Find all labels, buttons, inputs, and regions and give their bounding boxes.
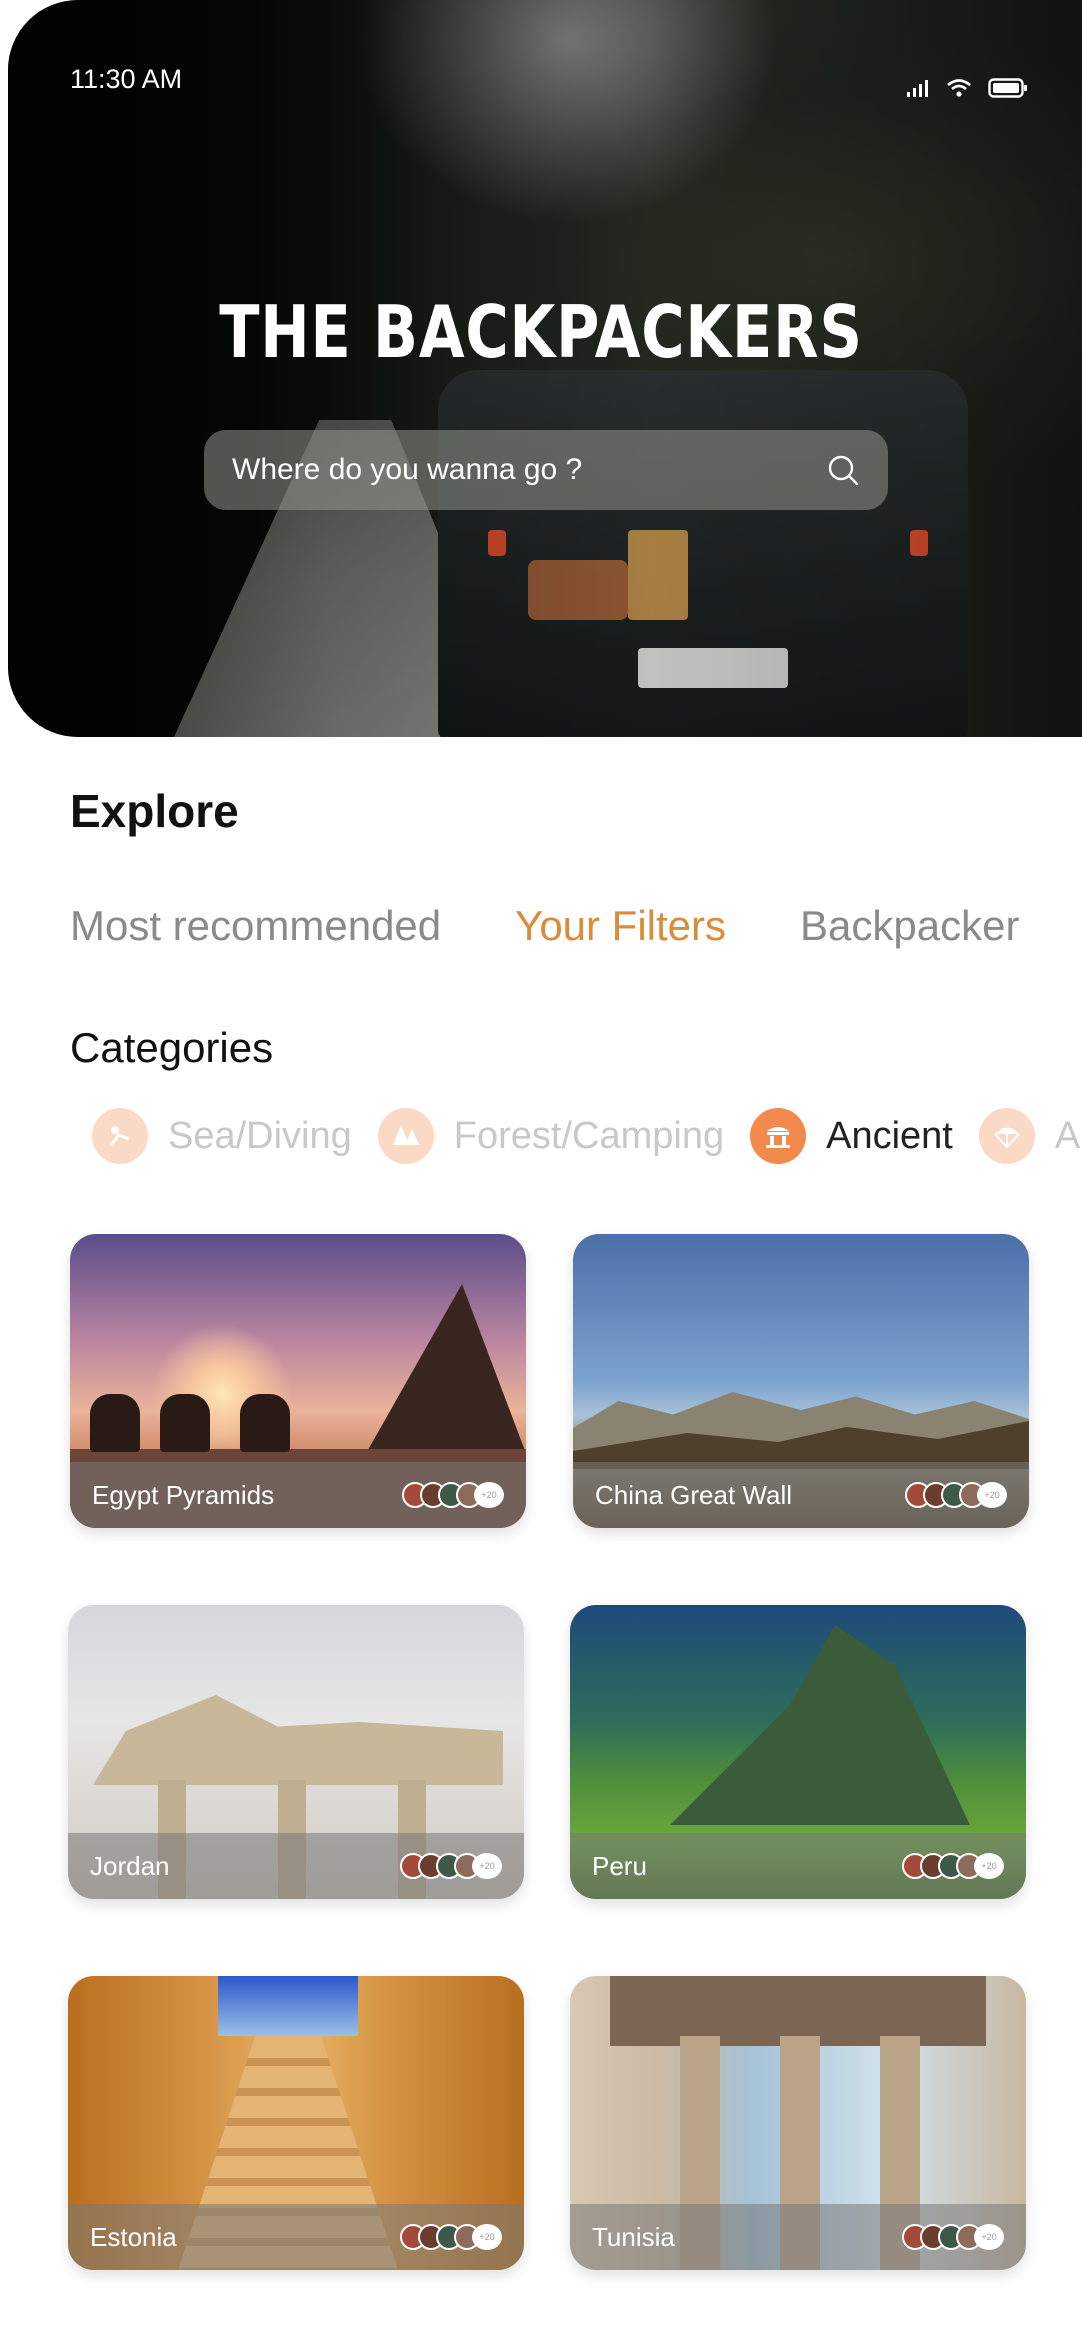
destination-card-egypt[interactable]: Egypt Pyramids +20 [70,1234,526,1528]
category-label: Ancient [826,1114,953,1157]
parachute-icon [978,1108,1035,1164]
destination-card-tunisia[interactable]: Tunisia +20 [570,1976,1026,2270]
visitor-count: +20 [474,1482,504,1508]
category-air[interactable]: A [978,1108,1081,1164]
tab-most-recommended[interactable]: Most recommended [70,902,441,950]
destination-card-china[interactable]: China Great Wall +20 [573,1234,1029,1528]
visitor-avatars[interactable]: +20 [402,1482,504,1508]
category-label: Sea/Diving [168,1114,352,1157]
category-list: Sea/Diving Forest/Camping Ancient A [92,1108,1080,1164]
search-bar[interactable] [204,430,888,510]
visitor-count: +20 [472,2224,502,2250]
search-input[interactable] [232,453,826,487]
tab-backpacker[interactable]: Backpacker [800,902,1019,950]
destination-name: Jordan [90,1850,170,1881]
visitor-count: +20 [472,1853,502,1879]
tree-icon [377,1108,434,1164]
status-time: 11:30 AM [70,64,183,94]
destination-name: Tunisia [592,2221,675,2252]
visitor-avatars[interactable]: +20 [400,1853,502,1879]
destination-card-jordan[interactable]: Jordan +20 [68,1605,524,1899]
explore-tabs: Most recommended Your Filters Backpacker [70,902,1019,950]
categories-heading: Categories [70,1024,274,1071]
tab-your-filters[interactable]: Your Filters [515,902,726,950]
visitor-avatars[interactable]: +20 [905,1482,1007,1508]
category-label: A [1054,1114,1081,1157]
diver-icon [92,1108,148,1164]
visitor-count: +20 [974,2224,1004,2250]
explore-heading: Explore [70,785,239,837]
destination-card-peru[interactable]: Peru +20 [570,1605,1026,1899]
category-ancient[interactable]: Ancient [750,1108,953,1164]
destination-name: China Great Wall [595,1479,792,1510]
visitor-avatars[interactable]: +20 [400,2224,502,2250]
signal-icon [907,80,928,97]
status-icons [906,78,1028,98]
app-title: THE BACKPACKERS [219,290,863,374]
destination-name: Estonia [90,2221,177,2252]
category-forest-camping[interactable]: Forest/Camping [377,1108,725,1164]
battery-icon [988,78,1027,98]
visitor-count: +20 [977,1482,1007,1508]
wifi-icon [947,79,971,97]
category-label: Forest/Camping [453,1114,725,1157]
temple-icon [750,1108,807,1164]
destination-card-estonia[interactable]: Estonia +20 [68,1976,524,2270]
visitor-avatars[interactable]: +20 [902,2224,1004,2250]
category-sea-diving[interactable]: Sea/Diving [92,1108,352,1164]
destination-name: Egypt Pyramids [92,1479,275,1510]
visitor-avatars[interactable]: +20 [902,1853,1004,1879]
search-icon[interactable] [826,453,860,487]
visitor-count: +20 [974,1853,1004,1879]
destination-name: Peru [592,1850,647,1881]
